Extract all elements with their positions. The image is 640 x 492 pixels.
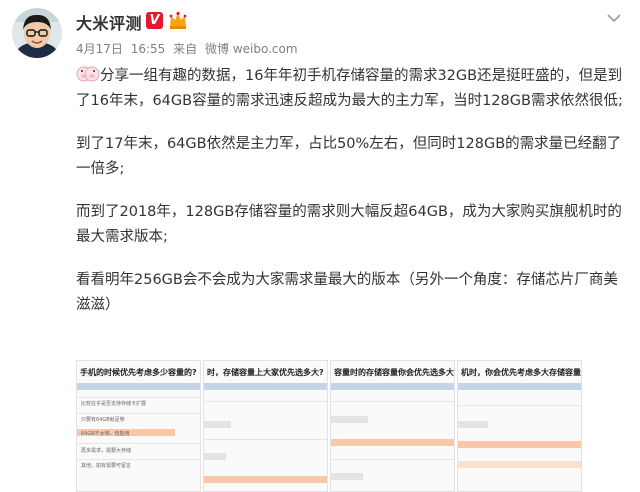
photo-1-row-1: 比较在乎是否支持存储卡扩展 [81, 401, 147, 407]
avatar[interactable] [12, 8, 62, 58]
post-time[interactable]: 16:55 [131, 42, 166, 56]
photo-4-bar-gray [458, 421, 488, 428]
photo-2-line [204, 439, 327, 440]
photo-4-bar [458, 383, 581, 390]
photo-1-line [77, 397, 200, 398]
photo-thumbnail-2[interactable]: 时，存储容量上大家优先选多大? [203, 360, 328, 492]
photo-3-highlight-bar [331, 439, 454, 446]
photo-4-highlight-bar [458, 461, 581, 468]
paragraph-1-text: 分享一组有趣的数据，16年年初手机存储容量的需求32GB还是挺旺盛的，但是到了1… [76, 68, 623, 109]
photo-4-highlight-bar [458, 441, 581, 448]
photo-grid: 手机的时候优先考虑多少容量的? 比较在乎是否支持存储卡扩展 只要有64GB就足够… [76, 360, 582, 492]
post-meta: 4月17日 16:55 来自 微博 weibo.com [76, 40, 302, 57]
photo-1-line [77, 459, 200, 460]
photo-3-bar-gray [331, 416, 368, 423]
paragraph-3: 而到了2018年，128GB存储容量的需求则大幅反超64GB，成为大家购买旗舰机… [76, 204, 622, 245]
photo-2-title: 时，存储容量上大家优先选多大? [207, 368, 324, 377]
photo-3-bar-gray [331, 473, 363, 480]
photo-thumbnail-1[interactable]: 手机的时候优先考虑多少容量的? 比较在乎是否支持存储卡扩展 只要有64GB就足够… [76, 360, 201, 492]
photo-2-highlight-bar [204, 476, 327, 483]
photo-1-line [77, 443, 200, 444]
photo-3-line [331, 401, 454, 402]
username[interactable]: 大米评测 [76, 10, 142, 34]
photo-4-line [458, 405, 581, 406]
photo-3-bar [331, 383, 454, 390]
photo-thumbnail-4[interactable]: 机时，你会优先考虑多大存储容量的? [457, 360, 582, 492]
vip-crown-icon [168, 11, 188, 30]
post-date[interactable]: 4月17日 [76, 42, 123, 56]
paragraph-4: 看看明年256GB会不会成为大家需求量最大的版本（另外一个角度：存储芯片厂商美滋… [76, 272, 618, 313]
photo-3-title: 容量时的存储容量你会优先选多大? [334, 368, 455, 377]
photo-thumbnail-3[interactable]: 容量时的存储容量你会优先选多大? [330, 360, 455, 492]
photo-2-bar [204, 383, 327, 390]
photo-4-title: 机时，你会优先考虑多大存储容量的? [461, 368, 582, 377]
photo-2-line [204, 401, 327, 402]
verified-badge-icon: V [146, 12, 163, 29]
photo-3-line [331, 459, 454, 460]
photo-1-bar [77, 383, 200, 390]
chevron-down-icon[interactable] [606, 10, 622, 26]
photo-1-line [77, 413, 200, 414]
photo-1-title: 手机的时候优先考虑多少容量的? [80, 368, 197, 377]
paragraph-2: 到了17年末，64GB依然是主力军，占比50%左右，但同时128GB的需求量已经… [76, 136, 622, 177]
photo-2-bar-gray [204, 421, 232, 428]
paragraph-1: 分享一组有趣的数据，16年年初手机存储容量的需求32GB还是挺旺盛的，但是到了1… [76, 64, 632, 114]
photo-1-row-5: 其他，如有需要可留言 [81, 463, 132, 469]
post-content: 分享一组有趣的数据，16年年初手机存储容量的需求32GB还是挺旺盛的，但是到了1… [76, 64, 632, 336]
source-link[interactable]: 微博 weibo.com [205, 42, 298, 56]
photo-1-row-2: 只要有64GB就足够 [81, 417, 125, 423]
photo-1-row-4: 再多需求，需要大存储 [81, 448, 132, 454]
photo-1-row-3: 64GB不太够，但能用 [81, 431, 130, 437]
photo-2-bar-gray [204, 453, 227, 460]
pig-emoji-icon [76, 64, 100, 84]
source-prefix: 来自 [173, 42, 198, 56]
